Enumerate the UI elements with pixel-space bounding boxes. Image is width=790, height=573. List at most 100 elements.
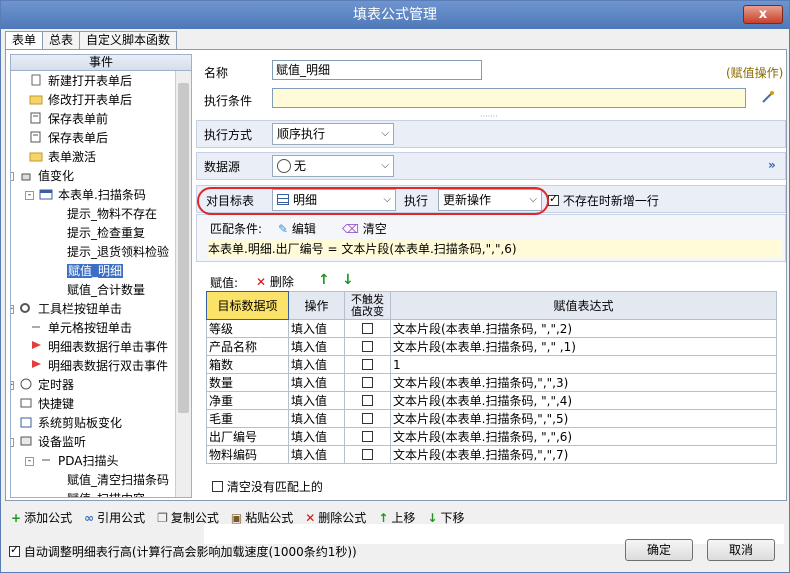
auto-adjust-option[interactable]: ✓ 自动调整明细表行高(计算行高会影响加载速度(1000条约1秒)) — [9, 543, 357, 560]
datasource-select[interactable]: 无 ⌵ — [272, 155, 394, 177]
no-trigger-checkbox[interactable] — [362, 448, 373, 460]
tree-scroll-thumb[interactable] — [178, 83, 189, 413]
tree-item[interactable]: 明细表数据行双击事件 — [11, 357, 176, 376]
table-row[interactable]: 数量 填入值 文本片段(本表单.扫描条码,",",3) — [206, 373, 777, 392]
cell-operation[interactable]: 填入值 — [288, 427, 345, 446]
close-button[interactable]: x — [743, 5, 783, 24]
move-down-icon[interactable]: ↓ — [342, 272, 354, 288]
copy-formula-button[interactable]: ❐ 复制公式 — [157, 509, 219, 527]
tree-scrollbar[interactable] — [175, 71, 191, 497]
cell-expression[interactable]: 1 — [390, 355, 777, 374]
tree-item[interactable]: + 定时器 — [11, 376, 176, 395]
cell-no-trigger[interactable] — [344, 391, 391, 410]
no-trigger-checkbox[interactable] — [362, 394, 373, 406]
cell-expression[interactable]: 文本片段(本表单.扫描条码, "," ,1) — [390, 337, 777, 356]
cell-target-field[interactable]: 等级 — [206, 319, 289, 338]
cell-operation[interactable]: 填入值 — [288, 373, 345, 392]
exec-operation-select[interactable]: 更新操作 ⌵ — [438, 189, 542, 211]
table-row[interactable]: 净重 填入值 文本片段(本表单.扫描条码, ",",4) — [206, 391, 777, 410]
no-trigger-checkbox[interactable] — [362, 412, 373, 424]
cell-no-trigger[interactable] — [344, 427, 391, 446]
no-trigger-checkbox[interactable] — [362, 358, 373, 370]
clear-unmatched-option[interactable]: 清空没有匹配上的 — [212, 478, 323, 495]
tab-form[interactable]: 表单 — [5, 31, 44, 50]
table-row[interactable]: 产品名称 填入值 文本片段(本表单.扫描条码, "," ,1) — [206, 337, 777, 356]
collapse-icon[interactable]: - — [11, 172, 14, 181]
tree-item[interactable]: 明细表数据行单击事件 — [11, 338, 176, 357]
cell-operation[interactable]: 填入值 — [288, 445, 345, 464]
insert-if-missing-option[interactable]: ✓ 不存在时新增一行 — [548, 192, 659, 209]
move-up-button[interactable]: ↑ 上移 — [378, 509, 415, 527]
cell-no-trigger[interactable] — [344, 409, 391, 428]
cell-no-trigger[interactable] — [344, 445, 391, 464]
tree-item[interactable]: - 本表单.扫描条码 — [11, 186, 176, 205]
col-expression[interactable]: 赋值表达式 — [390, 291, 777, 320]
tree-item[interactable]: 赋值_明细 — [11, 262, 176, 281]
cell-expression[interactable]: 文本片段(本表单.扫描条码,",",3) — [390, 373, 777, 392]
cell-no-trigger[interactable] — [344, 319, 391, 338]
tree-item[interactable]: 表单激活 — [11, 148, 176, 167]
cell-operation[interactable]: 填入值 — [288, 409, 345, 428]
no-trigger-checkbox[interactable] — [362, 322, 373, 334]
tree-item[interactable]: 赋值_合计数量 — [11, 281, 176, 300]
tree-item[interactable]: 提示_退货领料检验 — [11, 243, 176, 262]
collapse-icon[interactable]: - — [25, 457, 34, 466]
move-up-icon[interactable]: ↑ — [318, 272, 330, 288]
tree-item[interactable]: - 值变化 — [11, 167, 176, 186]
tree-item[interactable]: 提示_物料不存在 — [11, 205, 176, 224]
table-row[interactable]: 箱数 填入值 1 — [206, 355, 777, 374]
cell-no-trigger[interactable] — [344, 337, 391, 356]
cell-target-field[interactable]: 毛重 — [206, 409, 289, 428]
collapse-icon[interactable]: - — [11, 438, 14, 447]
tree-item[interactable]: 单元格按钮单击 — [11, 319, 176, 338]
table-row[interactable]: 毛重 填入值 文本片段(本表单.扫描条码,",",5) — [206, 409, 777, 428]
tab-summary[interactable]: 总表 — [42, 31, 81, 49]
expand-icon[interactable]: » — [768, 158, 776, 172]
tree-item[interactable]: 新建打开表单后 — [11, 72, 176, 91]
tree-item[interactable]: 系统剪贴板变化 — [11, 414, 176, 433]
cell-target-field[interactable]: 物料编码 — [206, 445, 289, 464]
tree-item[interactable]: 快捷键 — [11, 395, 176, 414]
table-row[interactable]: 等级 填入值 文本片段(本表单.扫描条码, ",",2) — [206, 319, 777, 338]
cell-target-field[interactable]: 产品名称 — [206, 337, 289, 356]
add-formula-button[interactable]: + 添加公式 — [11, 509, 72, 527]
expand-icon[interactable]: + — [11, 381, 14, 390]
delete-formula-button[interactable]: ✕ 删除公式 — [305, 509, 366, 527]
tree-item[interactable]: 提示_检查重复 — [11, 224, 176, 243]
col-no-trigger[interactable]: 不触发值改变 — [344, 291, 391, 320]
cell-target-field[interactable]: 箱数 — [206, 355, 289, 374]
table-row[interactable]: 出厂编号 填入值 文本片段(本表单.扫描条码, ",",6) — [206, 427, 777, 446]
name-input[interactable]: 赋值_明细 — [272, 60, 482, 80]
move-down-button[interactable]: ↓ 下移 — [427, 509, 464, 527]
target-table-select[interactable]: 明细 ⌵ — [272, 189, 396, 211]
cell-no-trigger[interactable] — [344, 355, 391, 374]
cell-operation[interactable]: 填入值 — [288, 337, 345, 356]
expand-icon[interactable]: + — [11, 305, 14, 314]
cell-no-trigger[interactable] — [344, 373, 391, 392]
assign-delete-button[interactable]: ✕ 删除 — [256, 273, 294, 290]
tree-item[interactable]: + 工具栏按钮单击 — [11, 300, 176, 319]
condition-input[interactable] — [272, 88, 746, 108]
tree-item[interactable]: - PDA扫描头 — [11, 452, 176, 471]
no-trigger-checkbox[interactable] — [362, 430, 373, 442]
match-clear-button[interactable]: ⌫ 清空 — [342, 220, 387, 237]
insert-if-missing-checkbox[interactable]: ✓ — [548, 192, 559, 206]
cell-target-field[interactable]: 数量 — [206, 373, 289, 392]
tree-item[interactable]: 赋值_扫描内容 — [11, 490, 176, 497]
cell-operation[interactable]: 填入值 — [288, 319, 345, 338]
no-trigger-checkbox[interactable] — [362, 376, 373, 388]
cell-expression[interactable]: 文本片段(本表单.扫描条码, ",",2) — [390, 319, 777, 338]
tree-item[interactable]: 保存表单后 — [11, 129, 176, 148]
tab-custom-script[interactable]: 自定义脚本函数 — [79, 31, 178, 49]
cell-target-field[interactable]: 净重 — [206, 391, 289, 410]
match-expression[interactable]: 本表单.明细.出厂编号 = 文本片段(本表单.扫描条码,",",6) — [208, 240, 782, 258]
cell-expression[interactable]: 文本片段(本表单.扫描条码,",",7) — [390, 445, 777, 464]
exec-mode-select[interactable]: 顺序执行 ⌵ — [272, 123, 394, 145]
cell-expression[interactable]: 文本片段(本表单.扫描条码,",",5) — [390, 409, 777, 428]
tree-item[interactable]: 赋值_清空扫描条码 — [11, 471, 176, 490]
ok-button[interactable]: 确定 — [625, 539, 693, 561]
tree-item[interactable]: 修改打开表单后 — [11, 91, 176, 110]
cell-operation[interactable]: 填入值 — [288, 355, 345, 374]
col-operation[interactable]: 操作 — [288, 291, 345, 320]
cancel-button[interactable]: 取消 — [707, 539, 775, 561]
